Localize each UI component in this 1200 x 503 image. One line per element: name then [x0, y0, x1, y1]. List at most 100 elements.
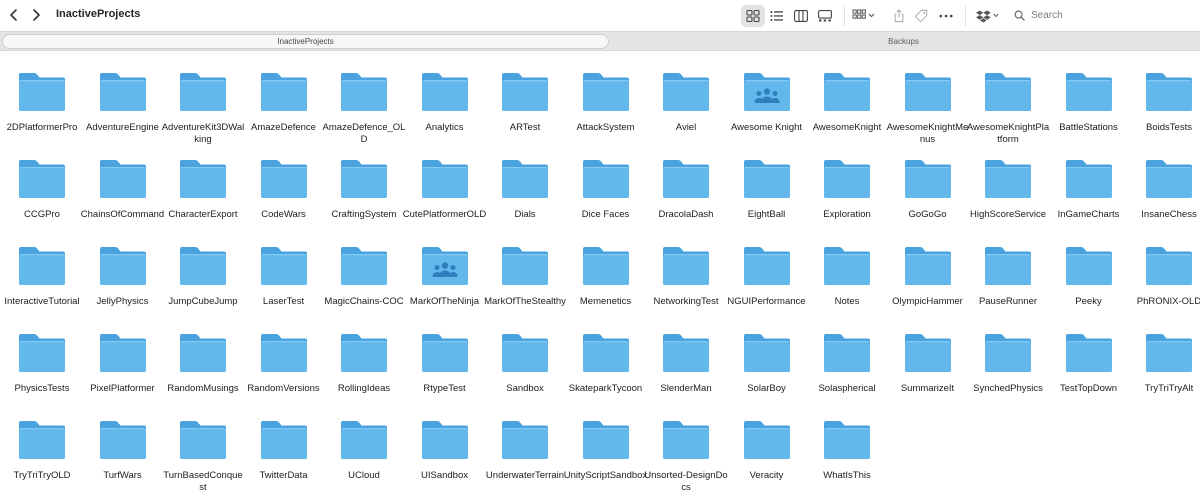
folder-icon — [904, 334, 951, 372]
tab-inactiveprojects[interactable]: InactiveProjects — [2, 34, 609, 49]
folder-item[interactable]: TurnBasedConquest — [163, 399, 243, 493]
folder-item[interactable]: ChainsOfCommand — [81, 138, 164, 225]
folder-item[interactable]: InGameCharts — [1049, 138, 1129, 225]
folder-item[interactable]: BoidsTests — [1129, 51, 1200, 138]
folder-item[interactable]: PhRONIX-OLD — [1129, 225, 1200, 312]
folder-item[interactable]: TwitterData — [244, 399, 324, 486]
folder-icon — [180, 160, 226, 198]
search-input[interactable] — [1031, 9, 1191, 21]
folder-item[interactable]: WhatIsThis — [807, 399, 887, 486]
folder-item[interactable]: SummarizeIt — [888, 312, 968, 399]
column-view-button[interactable] — [789, 5, 813, 27]
folder-item[interactable]: TurfWars — [83, 399, 163, 486]
folder-item[interactable]: UISandbox — [405, 399, 485, 486]
folder-item[interactable]: InsaneChess — [1129, 138, 1200, 225]
search-field[interactable] — [1008, 5, 1194, 25]
folder-item[interactable]: BattleStations — [1049, 51, 1129, 138]
folder-item[interactable]: AdventureEngine — [83, 51, 163, 138]
forward-button[interactable] — [25, 5, 47, 25]
folder-item[interactable]: HighScoreService — [968, 138, 1048, 225]
folder-item[interactable]: InteractiveTutorial — [2, 225, 82, 312]
folder-icon — [421, 160, 468, 198]
folder-item[interactable]: CraftingSystem — [324, 138, 404, 225]
folder-label: TurnBasedConquest — [163, 470, 243, 493]
folder-item[interactable]: Dice Faces — [566, 138, 646, 225]
folder-item[interactable]: EightBall — [727, 138, 807, 225]
folder-item[interactable]: AwesomeKnight — [807, 51, 887, 138]
group-by-button[interactable] — [850, 6, 878, 26]
list-icon — [770, 11, 783, 21]
folder-item[interactable]: LaserTest — [244, 225, 324, 312]
folder-item[interactable]: UnderwaterTerrain — [485, 399, 565, 486]
folder-item[interactable]: MarkOfTheStealthy — [484, 225, 566, 312]
folder-item[interactable]: AwesomeKnightMenus — [887, 51, 968, 145]
folder-item[interactable]: AdventureKit3DWalking — [162, 51, 244, 145]
folder-item[interactable]: TestTopDown — [1049, 312, 1129, 399]
list-view-button[interactable] — [765, 5, 789, 27]
icon-view-button[interactable] — [741, 5, 765, 27]
folder-item[interactable]: RandomMusings — [163, 312, 243, 399]
folder-item[interactable]: Veracity — [727, 399, 807, 486]
folder-icon — [99, 421, 146, 459]
folder-item[interactable]: DracolaDash — [646, 138, 726, 225]
folder-item[interactable]: NetworkingTest — [646, 225, 726, 312]
folder-item[interactable]: SkateparkTycoon — [566, 312, 646, 399]
folder-item[interactable]: Solaspherical — [807, 312, 887, 399]
folder-item[interactable]: Analytics — [405, 51, 485, 138]
tag-button[interactable] — [912, 6, 930, 26]
tab-backups[interactable]: Backups — [609, 34, 1198, 49]
folder-item[interactable]: ARTest — [485, 51, 565, 138]
folder-icon — [824, 73, 870, 111]
folder-item[interactable]: Awesome Knight — [727, 51, 807, 138]
folder-item[interactable]: AwesomeKnightPlatform — [967, 51, 1049, 145]
folder-item[interactable]: TryTriTryAlt — [1129, 312, 1200, 399]
folder-item[interactable]: CCGPro — [2, 138, 82, 225]
folder-item[interactable]: GoGoGo — [888, 138, 968, 225]
folder-item[interactable]: 2DPlatformerPro — [2, 51, 82, 138]
folder-item[interactable]: Memenetics — [566, 225, 646, 312]
folder-item[interactable]: RtypeTest — [405, 312, 485, 399]
folder-item[interactable]: SynchedPhysics — [968, 312, 1048, 399]
folder-item[interactable]: AmazeDefence_OLD — [323, 51, 405, 145]
folder-icon — [743, 334, 790, 372]
folder-item[interactable]: RollingIdeas — [324, 312, 404, 399]
folder-item[interactable]: AmazeDefence — [244, 51, 324, 138]
folder-item[interactable]: CharacterExport — [163, 138, 243, 225]
folder-item[interactable]: SlenderMan — [646, 312, 726, 399]
folder-icon — [582, 73, 629, 111]
more-actions-button[interactable] — [936, 6, 956, 26]
folder-item[interactable]: OlympicHammer — [888, 225, 968, 312]
gallery-view-button[interactable] — [813, 5, 837, 27]
folder-item[interactable]: TryTriTryOLD — [2, 399, 82, 486]
folder-item[interactable]: Sandbox — [485, 312, 565, 399]
folder-item[interactable]: Peeky — [1049, 225, 1129, 312]
folder-item[interactable]: PixelPlatformer — [83, 312, 163, 399]
folder-item[interactable]: JellyPhysics — [83, 225, 163, 312]
folder-label: RollingIdeas — [337, 383, 391, 394]
folder-item[interactable]: JumpCubeJump — [163, 225, 243, 312]
folder-item[interactable]: AttackSystem — [566, 51, 646, 138]
back-button[interactable] — [3, 5, 25, 25]
folder-item[interactable]: Exploration — [807, 138, 887, 225]
folder-item[interactable]: NGUIPerformance — [727, 225, 807, 312]
folder-item[interactable]: UCloud — [324, 399, 404, 486]
share-button[interactable] — [890, 6, 908, 26]
dropbox-button[interactable] — [974, 6, 1002, 26]
folder-item[interactable]: MagicChains-COC — [324, 225, 404, 312]
folder-item[interactable]: PhysicsTests — [2, 312, 82, 399]
folder-item[interactable]: Notes — [807, 225, 887, 312]
folder-item[interactable]: CodeWars — [244, 138, 324, 225]
folder-item[interactable]: PauseRunner — [968, 225, 1048, 312]
folder-icon — [1065, 73, 1112, 111]
folder-item[interactable]: Aviel — [646, 51, 726, 138]
folder-item[interactable]: CutePlatformerOLD — [403, 138, 486, 225]
folder-item[interactable]: Unsorted-DesignDocs — [644, 399, 728, 493]
columns-icon — [794, 10, 808, 22]
folder-item[interactable]: UnityScriptSandbox — [564, 399, 647, 486]
folder-item[interactable]: SolarBoy — [727, 312, 807, 399]
folder-item[interactable]: RandomVersions — [244, 312, 324, 399]
folder-label: TryTriTryOLD — [13, 470, 71, 481]
folder-label: UnderwaterTerrain — [485, 470, 565, 481]
folder-item[interactable]: MarkOfTheNinja — [405, 225, 485, 312]
folder-item[interactable]: Dials — [485, 138, 565, 225]
